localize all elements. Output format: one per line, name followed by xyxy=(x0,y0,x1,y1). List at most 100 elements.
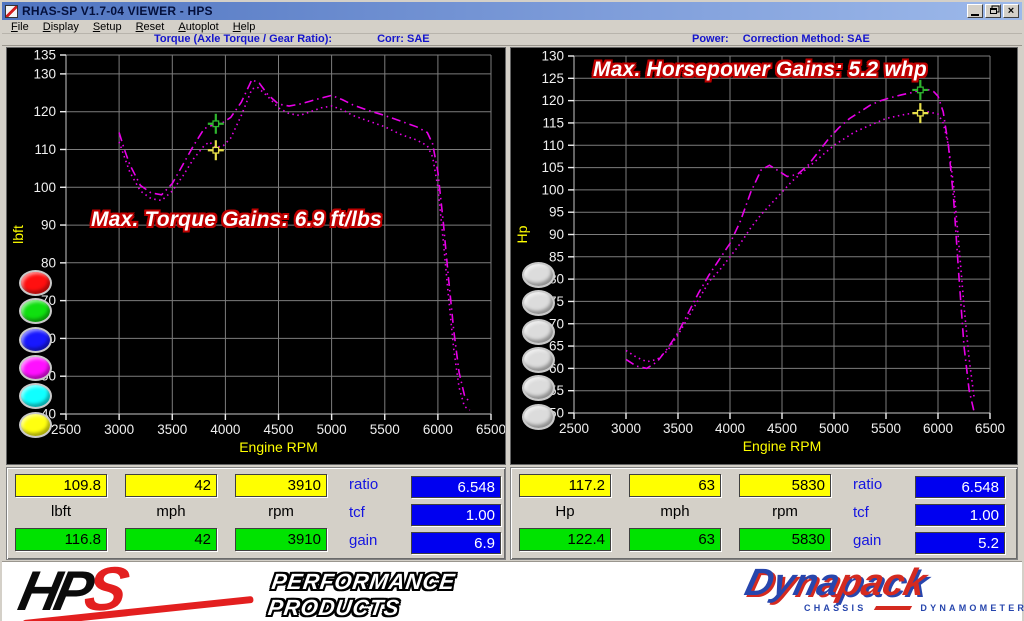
torque-modified-lbft: 116.8 xyxy=(15,528,107,551)
dynapack-dynamometers-text: DYNAMOMETERS xyxy=(920,603,1024,613)
close-icon: × xyxy=(1008,6,1014,16)
svg-text:5500: 5500 xyxy=(370,422,400,437)
torque-gains-annotation: Max. Torque Gains: 6.9 ft/lbs xyxy=(91,208,382,232)
chart-headers: Torque (Axle Torque / Gear Ratio): Corr:… xyxy=(2,34,1022,46)
svg-text:6000: 6000 xyxy=(423,422,453,437)
svg-text:3000: 3000 xyxy=(104,422,134,437)
svg-text:100: 100 xyxy=(541,182,564,197)
menubar: FileDisplaySetupResetAutoplotHelp xyxy=(2,20,1022,34)
power-trace-button-0[interactable] xyxy=(522,262,555,288)
menu-item-autoplot[interactable]: Autoplot xyxy=(171,21,225,33)
power-trace-button-4[interactable] xyxy=(522,375,555,401)
svg-text:4500: 4500 xyxy=(263,422,293,437)
svg-text:120: 120 xyxy=(541,93,564,108)
dynapack-underline xyxy=(874,606,912,610)
svg-text:6500: 6500 xyxy=(476,422,505,437)
hps-line1: PERFORMANCE xyxy=(270,569,457,595)
menu-item-help[interactable]: Help xyxy=(226,21,263,33)
menu-item-display[interactable]: Display xyxy=(36,21,86,33)
svg-text:4500: 4500 xyxy=(767,421,797,436)
svg-text:4000: 4000 xyxy=(715,421,745,436)
torque-gain-value: 6.9 xyxy=(411,532,501,554)
app-icon xyxy=(5,5,18,18)
minimize-icon xyxy=(971,14,979,16)
torque-trace-button-3[interactable] xyxy=(19,355,52,381)
svg-text:110: 110 xyxy=(542,138,564,153)
svg-text:3500: 3500 xyxy=(663,421,693,436)
power-mph-label: mph xyxy=(629,503,721,520)
svg-text:100: 100 xyxy=(33,180,56,195)
svg-text:Engine RPM: Engine RPM xyxy=(239,439,318,455)
svg-text:Hp: Hp xyxy=(514,225,530,243)
power-unit-label: Hp xyxy=(519,503,611,520)
svg-text:80: 80 xyxy=(41,255,56,270)
svg-text:125: 125 xyxy=(541,71,564,86)
svg-text:85: 85 xyxy=(549,249,564,264)
power-baseline-rpm: 5830 xyxy=(739,474,831,497)
power-gain-label: gain xyxy=(853,532,881,549)
hps-line2: PRODUCTS xyxy=(266,595,453,621)
svg-text:5500: 5500 xyxy=(871,421,901,436)
power-rpm-label: rpm xyxy=(739,503,831,520)
power-trace-button-5[interactable] xyxy=(522,404,555,430)
power-gains-annotation: Max. Horsepower Gains: 5.2 whp xyxy=(593,58,927,82)
svg-text:95: 95 xyxy=(549,205,564,220)
power-tcf-value: 1.00 xyxy=(915,504,1005,526)
torque-baseline-mph: 42 xyxy=(125,474,217,497)
svg-text:2500: 2500 xyxy=(559,421,589,436)
restore-icon xyxy=(990,8,997,14)
torque-header-label: Torque (Axle Torque / Gear Ratio): xyxy=(154,33,332,45)
dynapack-dyna-text: Dyna xyxy=(741,562,844,604)
dynapack-chassis-text: CHASSIS xyxy=(804,603,866,613)
torque-rpm-label: rpm xyxy=(235,503,327,520)
svg-text:105: 105 xyxy=(541,160,564,175)
svg-text:3500: 3500 xyxy=(157,422,187,437)
power-correction-label: Correction Method: SAE xyxy=(743,33,870,45)
svg-text:4000: 4000 xyxy=(210,422,240,437)
menu-item-reset[interactable]: Reset xyxy=(129,21,172,33)
svg-text:lbft: lbft xyxy=(10,225,26,244)
torque-modified-mph: 42 xyxy=(125,528,217,551)
power-modified-mph: 63 xyxy=(629,528,721,551)
menu-item-file[interactable]: File xyxy=(4,21,36,33)
torque-trace-button-5[interactable] xyxy=(19,412,52,438)
torque-tcf-label: tcf xyxy=(349,504,365,521)
torque-mph-label: mph xyxy=(125,503,217,520)
power-ratio-label: ratio xyxy=(853,476,882,493)
torque-trace-button-2[interactable] xyxy=(19,327,52,353)
power-header-label: Power: xyxy=(692,33,729,45)
window-title: RHAS-SP V1.7-04 VIEWER - HPS xyxy=(22,4,213,18)
power-baseline-mph: 63 xyxy=(629,474,721,497)
logo-strip: HPS PERFORMANCE PRODUCTS Dynapack CHASSI… xyxy=(2,561,1022,621)
svg-text:120: 120 xyxy=(33,104,56,119)
menu-item-setup[interactable]: Setup xyxy=(86,21,129,33)
svg-text:6000: 6000 xyxy=(923,421,953,436)
torque-baseline-rpm: 3910 xyxy=(235,474,327,497)
torque-gain-label: gain xyxy=(349,532,377,549)
torque-readout-panel: 109.8 42 3910 lbft mph rpm 116.8 42 3910… xyxy=(6,467,506,560)
power-trace-button-2[interactable] xyxy=(522,319,555,345)
power-gain-value: 5.2 xyxy=(915,532,1005,554)
svg-text:6500: 6500 xyxy=(975,421,1005,436)
power-readout-panel: 117.2 63 5830 Hp mph rpm 122.4 63 5830 r… xyxy=(510,467,1018,560)
minimize-button[interactable] xyxy=(967,4,983,18)
power-modified-rpm: 5830 xyxy=(739,528,831,551)
svg-text:135: 135 xyxy=(33,48,56,63)
torque-modified-rpm: 3910 xyxy=(235,528,327,551)
svg-text:90: 90 xyxy=(41,218,56,233)
power-tcf-label: tcf xyxy=(853,504,869,521)
torque-tcf-value: 1.00 xyxy=(411,504,501,526)
restore-button[interactable] xyxy=(985,4,1001,18)
torque-ratio-label: ratio xyxy=(349,476,378,493)
torque-trace-button-4[interactable] xyxy=(19,383,52,409)
svg-text:2500: 2500 xyxy=(51,422,81,437)
svg-text:5000: 5000 xyxy=(819,421,849,436)
power-baseline-hp: 117.2 xyxy=(519,474,611,497)
svg-text:Engine RPM: Engine RPM xyxy=(743,438,822,454)
titlebar[interactable]: RHAS-SP V1.7-04 VIEWER - HPS × xyxy=(2,2,1022,20)
close-button[interactable]: × xyxy=(1003,4,1019,18)
torque-trace-button-0[interactable] xyxy=(19,270,52,296)
torque-unit-label: lbft xyxy=(15,503,107,520)
power-trace-button-3[interactable] xyxy=(522,347,555,373)
torque-ratio-value: 6.548 xyxy=(411,476,501,498)
